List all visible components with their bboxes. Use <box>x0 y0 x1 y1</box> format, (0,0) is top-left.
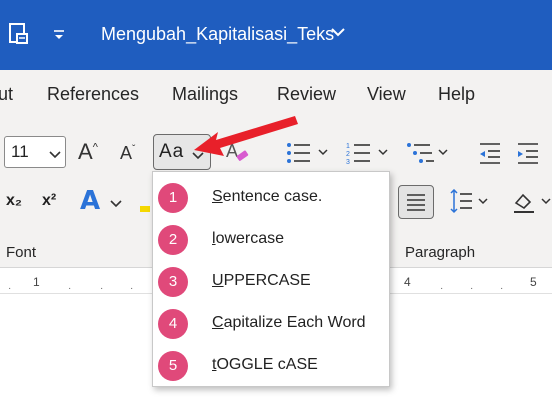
paragraph-group-label: Paragraph <box>405 244 476 261</box>
ruler-mark: 1 <box>33 275 40 289</box>
chevron-down-icon[interactable] <box>49 147 61 165</box>
ruler-tick: · <box>8 283 12 294</box>
menu-item-uppercase[interactable]: 3 UPPERCASE <box>153 260 389 300</box>
shrink-font-button[interactable]: Aˇ <box>120 143 135 164</box>
grow-font-button[interactable]: A^ <box>78 139 98 165</box>
tab-references[interactable]: References <box>47 84 139 105</box>
step-badge: 5 <box>158 351 188 381</box>
shrink-font-label: A <box>120 143 133 163</box>
menu-item-label: lowercase <box>212 230 285 247</box>
svg-text:1: 1 <box>346 143 350 150</box>
line-spacing-icon[interactable] <box>447 188 491 220</box>
ruler-tick: · <box>130 283 134 294</box>
align-left-button[interactable] <box>398 185 434 219</box>
document-title[interactable]: Mengubah_Kapitalisasi_Teks <box>101 24 334 45</box>
tab-mailings[interactable]: Mailings <box>172 84 238 105</box>
font-group-label: Font <box>6 244 37 261</box>
tab-layout[interactable]: ut <box>0 84 13 105</box>
menu-item-label: UPPERCASE <box>212 272 311 289</box>
ruler-mark: 4 <box>404 275 411 289</box>
step-badge: 1 <box>158 183 188 213</box>
ruler-tick: · <box>470 283 474 294</box>
ruler-mark: 5 <box>530 275 537 289</box>
annotation-arrow-icon <box>194 116 298 156</box>
menu-item-label: Capitalize Each Word <box>212 314 366 331</box>
save-icon[interactable] <box>8 22 30 51</box>
menu-item-label: tOGGLE cASE <box>212 356 318 373</box>
subscript-button[interactable]: x₂ <box>6 192 22 210</box>
increase-indent-icon[interactable] <box>516 141 540 170</box>
tab-review[interactable]: Review <box>277 84 336 105</box>
numbering-icon[interactable]: 123 <box>346 141 390 170</box>
chevron-down-icon[interactable] <box>330 24 346 45</box>
multilevel-list-icon[interactable] <box>406 141 450 170</box>
change-case-menu: 1 Sentence case. 2 lowercase 3 UPPERCASE… <box>152 171 390 387</box>
menu-item-label: Sentence case. <box>212 188 323 205</box>
customize-quick-access-icon[interactable] <box>52 28 66 46</box>
menu-item-sentence-case[interactable]: 1 Sentence case. <box>153 176 389 216</box>
menu-item-capitalize-each-word[interactable]: 4 Capitalize Each Word <box>153 302 389 342</box>
superscript-button[interactable]: x² <box>42 192 56 210</box>
step-badge: 4 <box>158 309 188 339</box>
highlight-color-icon[interactable] <box>140 206 150 212</box>
ruler-tick: · <box>440 283 444 294</box>
ruler-tick: · <box>100 283 104 294</box>
svg-text:2: 2 <box>346 151 350 158</box>
svg-text:3: 3 <box>346 159 350 165</box>
change-case-label: Aa <box>159 141 185 162</box>
text-effects-button[interactable]: A <box>80 186 100 216</box>
decrease-indent-icon[interactable] <box>478 141 502 170</box>
shading-icon[interactable] <box>512 189 552 220</box>
chevron-down-icon[interactable] <box>110 196 122 214</box>
menu-item-toggle-case[interactable]: 5 tOGGLE cASE <box>153 344 389 384</box>
step-badge: 2 <box>158 225 188 255</box>
font-size-combobox[interactable]: 11 <box>4 136 66 168</box>
ruler-tick: · <box>500 283 504 294</box>
grow-font-label: A <box>78 139 93 164</box>
ruler-tick: · <box>68 283 72 294</box>
font-size-value: 11 <box>11 142 29 161</box>
tab-view[interactable]: View <box>367 84 406 105</box>
step-badge: 3 <box>158 267 188 297</box>
title-bar: Mengubah_Kapitalisasi_Teks <box>0 0 552 70</box>
menu-item-lowercase[interactable]: 2 lowercase <box>153 218 389 258</box>
tab-help[interactable]: Help <box>438 84 475 105</box>
